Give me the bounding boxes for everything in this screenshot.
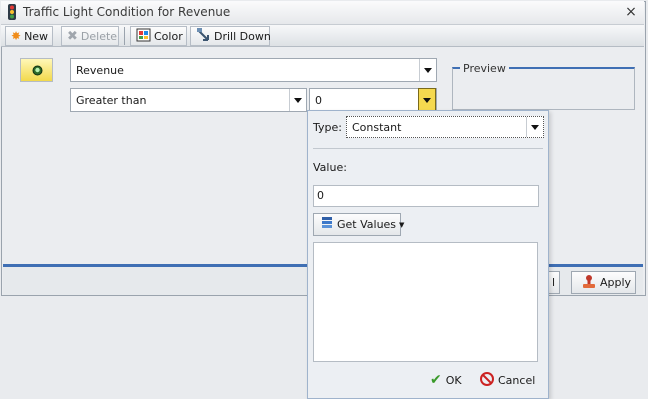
value-input[interactable]: 0 bbox=[313, 185, 539, 207]
light-color-button[interactable] bbox=[20, 58, 53, 82]
new-button[interactable]: ✸ New bbox=[5, 26, 53, 46]
compare-value-select[interactable]: 0 bbox=[309, 88, 437, 112]
delete-button[interactable]: ✖ Delete bbox=[61, 26, 119, 46]
cancel-label: Cancel bbox=[498, 374, 536, 387]
drill-down-label: Drill Down bbox=[214, 29, 271, 43]
type-select-value: Constant bbox=[352, 120, 402, 134]
apply-button[interactable]: Apply bbox=[571, 271, 636, 294]
toolbar: ✸ New ✖ Delete Color Drill Down bbox=[1, 24, 644, 47]
new-label: New bbox=[24, 29, 49, 43]
caret-down-icon: ▼ bbox=[399, 220, 405, 229]
traffic-light-icon bbox=[5, 4, 19, 20]
checkmark-icon: ✔ bbox=[430, 372, 442, 388]
database-icon bbox=[320, 216, 334, 233]
color-label: Color bbox=[154, 29, 183, 43]
type-label: Type: bbox=[313, 121, 342, 134]
ok-label: OK bbox=[445, 373, 462, 387]
chevron-down-icon[interactable] bbox=[418, 88, 436, 112]
close-icon[interactable]: × bbox=[623, 4, 639, 20]
toolbar-separator bbox=[124, 27, 125, 45]
color-button[interactable]: Color bbox=[130, 26, 187, 46]
field-select[interactable]: Revenue bbox=[70, 58, 437, 82]
new-star-icon: ✸ bbox=[11, 29, 22, 43]
chevron-down-icon[interactable] bbox=[526, 117, 543, 137]
value-label: Value: bbox=[313, 161, 347, 174]
color-palette-icon bbox=[136, 28, 151, 45]
drill-down-icon bbox=[196, 27, 211, 45]
green-light-icon bbox=[32, 65, 43, 79]
apply-stamp-icon bbox=[582, 274, 596, 292]
preview-label: Preview bbox=[460, 62, 509, 75]
operator-select[interactable]: Greater than bbox=[70, 88, 307, 112]
field-select-value: Revenue bbox=[76, 63, 124, 77]
apply-label: Apply bbox=[600, 276, 632, 289]
popup-separator bbox=[313, 148, 543, 149]
window-title: Traffic Light Condition for Revenue bbox=[23, 5, 231, 19]
chevron-down-icon[interactable] bbox=[419, 59, 436, 81]
cancel-button[interactable]: Cancel bbox=[480, 372, 535, 389]
drill-down-button[interactable]: Drill Down bbox=[190, 26, 271, 46]
delete-label: Delete bbox=[80, 29, 118, 43]
operator-select-value: Greater than bbox=[76, 93, 147, 107]
values-list[interactable] bbox=[313, 242, 538, 362]
compare-value: 0 bbox=[315, 93, 322, 107]
cancel-icon bbox=[480, 372, 494, 389]
type-select[interactable]: Constant bbox=[346, 116, 544, 138]
get-values-button[interactable]: Get Values ▼ bbox=[313, 213, 405, 236]
ok-button[interactable]: ✔ OK bbox=[430, 372, 462, 388]
title-bar: Traffic Light Condition for Revenue × bbox=[1, 1, 644, 24]
get-values-label: Get Values bbox=[337, 218, 397, 231]
chevron-down-icon[interactable] bbox=[289, 89, 306, 111]
delete-x-icon: ✖ bbox=[67, 28, 78, 44]
